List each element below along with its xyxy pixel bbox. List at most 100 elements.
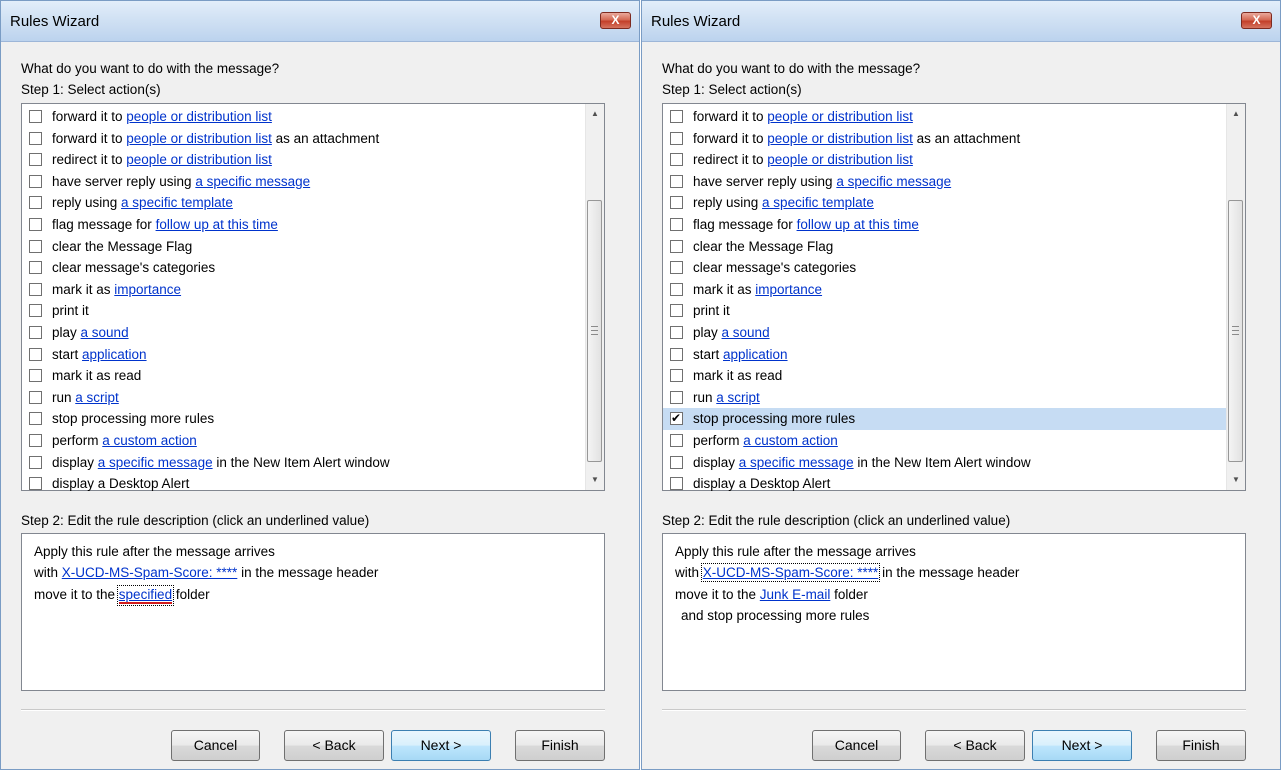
action-item[interactable]: forward it to people or distribution lis… — [663, 106, 1227, 128]
action-link[interactable]: a script — [75, 390, 119, 405]
close-button[interactable]: X — [1241, 12, 1272, 29]
action-checkbox[interactable] — [670, 153, 683, 167]
action-checkbox[interactable] — [29, 455, 42, 469]
action-link[interactable]: follow up at this time — [797, 217, 919, 232]
finish-button[interactable]: Finish — [1156, 730, 1246, 761]
cancel-button[interactable]: Cancel — [812, 730, 901, 761]
action-checkbox[interactable] — [29, 412, 42, 426]
header-condition-link[interactable]: X-UCD-MS-Spam-Score: **** — [62, 565, 238, 580]
header-condition-link[interactable]: X-UCD-MS-Spam-Score: **** — [700, 563, 881, 583]
action-link[interactable]: a specific message — [836, 174, 951, 189]
action-checkbox[interactable] — [29, 390, 42, 404]
action-link[interactable]: people or distribution list — [126, 152, 272, 167]
action-item[interactable]: redirect it to people or distribution li… — [663, 149, 1227, 171]
action-item[interactable]: forward it to people or distribution lis… — [22, 128, 586, 150]
action-item[interactable]: perform a custom action — [663, 430, 1227, 452]
action-checkbox[interactable] — [670, 282, 683, 296]
action-item[interactable]: display a Desktop Alert — [663, 473, 1227, 495]
action-checkbox[interactable] — [670, 304, 683, 318]
action-item[interactable]: perform a custom action — [22, 430, 586, 452]
action-checkbox[interactable] — [670, 196, 683, 210]
action-checkbox[interactable] — [29, 261, 42, 275]
action-checkbox[interactable] — [29, 174, 42, 188]
action-link[interactable]: a script — [716, 390, 760, 405]
action-item[interactable]: clear message's categories — [22, 257, 586, 279]
action-link[interactable]: a specific template — [121, 195, 233, 210]
action-item[interactable]: print it — [663, 300, 1227, 322]
action-checkbox[interactable] — [29, 282, 42, 296]
action-checkbox[interactable] — [670, 325, 683, 339]
action-link[interactable]: application — [82, 347, 147, 362]
action-item[interactable]: mark it as read — [663, 365, 1227, 387]
action-link[interactable]: a sound — [722, 325, 770, 340]
action-item[interactable]: play a sound — [22, 322, 586, 344]
action-item[interactable]: reply using a specific template — [22, 192, 586, 214]
action-item[interactable]: stop processing more rules — [22, 408, 586, 430]
action-item[interactable]: clear message's categories — [663, 257, 1227, 279]
action-item[interactable]: redirect it to people or distribution li… — [22, 149, 586, 171]
next-button[interactable]: Next > — [391, 730, 491, 761]
action-link[interactable]: a sound — [81, 325, 129, 340]
action-link[interactable]: people or distribution list — [126, 131, 272, 146]
action-checkbox[interactable] — [29, 239, 42, 253]
action-item[interactable]: stop processing more rules — [663, 408, 1227, 430]
action-item[interactable]: start application — [22, 344, 586, 366]
vertical-scrollbar[interactable]: ▲ ▼ — [1226, 104, 1245, 490]
title-bar[interactable]: Rules Wizard X — [642, 1, 1280, 42]
vertical-scrollbar[interactable]: ▲ ▼ — [585, 104, 604, 490]
scroll-thumb[interactable] — [587, 200, 602, 462]
close-button[interactable]: X — [600, 12, 631, 29]
action-item[interactable]: display a Desktop Alert — [22, 473, 586, 495]
action-item[interactable]: have server reply using a specific messa… — [22, 171, 586, 193]
actions-listbox[interactable]: forward it to people or distribution lis… — [21, 103, 605, 491]
cancel-button[interactable]: Cancel — [171, 730, 260, 761]
finish-button[interactable]: Finish — [515, 730, 605, 761]
scroll-up-arrow-icon[interactable]: ▲ — [586, 104, 604, 124]
next-button[interactable]: Next > — [1032, 730, 1132, 761]
action-link[interactable]: people or distribution list — [126, 109, 272, 124]
action-checkbox[interactable] — [29, 110, 42, 123]
action-link[interactable]: application — [723, 347, 788, 362]
scroll-up-arrow-icon[interactable]: ▲ — [1227, 104, 1245, 124]
action-item[interactable]: flag message for follow up at this time — [22, 214, 586, 236]
title-bar[interactable]: Rules Wizard X — [1, 1, 639, 42]
action-item[interactable]: have server reply using a specific messa… — [663, 171, 1227, 193]
action-checkbox[interactable] — [670, 347, 683, 361]
action-checkbox[interactable] — [670, 409, 683, 427]
action-checkbox[interactable] — [29, 477, 42, 491]
scroll-down-arrow-icon[interactable]: ▼ — [586, 470, 604, 490]
scroll-thumb[interactable] — [1228, 200, 1243, 462]
action-checkbox[interactable] — [29, 369, 42, 383]
action-checkbox[interactable] — [670, 131, 683, 145]
action-checkbox[interactable] — [670, 174, 683, 188]
action-checkbox[interactable] — [29, 153, 42, 167]
action-checkbox[interactable] — [670, 110, 683, 123]
action-item[interactable]: mark it as importance — [663, 279, 1227, 301]
back-button[interactable]: < Back — [925, 730, 1025, 761]
action-checkbox[interactable] — [29, 347, 42, 361]
action-checkbox[interactable] — [29, 304, 42, 318]
action-item[interactable]: print it — [22, 300, 586, 322]
action-link[interactable]: a specific message — [739, 455, 854, 470]
action-item[interactable]: forward it to people or distribution lis… — [22, 106, 586, 128]
action-link[interactable]: follow up at this time — [156, 217, 278, 232]
action-link[interactable]: a specific message — [195, 174, 310, 189]
action-checkbox[interactable] — [670, 217, 683, 231]
action-link[interactable]: a specific template — [762, 195, 874, 210]
action-item[interactable]: clear the Message Flag — [22, 236, 586, 258]
back-button[interactable]: < Back — [284, 730, 384, 761]
action-link[interactable]: a custom action — [743, 433, 838, 448]
action-item[interactable]: clear the Message Flag — [663, 236, 1227, 258]
action-item[interactable]: reply using a specific template — [663, 192, 1227, 214]
action-item[interactable]: mark it as importance — [22, 279, 586, 301]
action-link[interactable]: importance — [114, 282, 181, 297]
action-checkbox[interactable] — [29, 217, 42, 231]
action-checkbox[interactable] — [29, 433, 42, 447]
action-link[interactable]: people or distribution list — [767, 152, 913, 167]
actions-listbox[interactable]: forward it to people or distribution lis… — [662, 103, 1246, 491]
action-item[interactable]: play a sound — [663, 322, 1227, 344]
action-checkbox[interactable] — [670, 239, 683, 253]
scroll-down-arrow-icon[interactable]: ▼ — [1227, 470, 1245, 490]
action-checkbox[interactable] — [29, 196, 42, 210]
action-checkbox[interactable] — [670, 369, 683, 383]
